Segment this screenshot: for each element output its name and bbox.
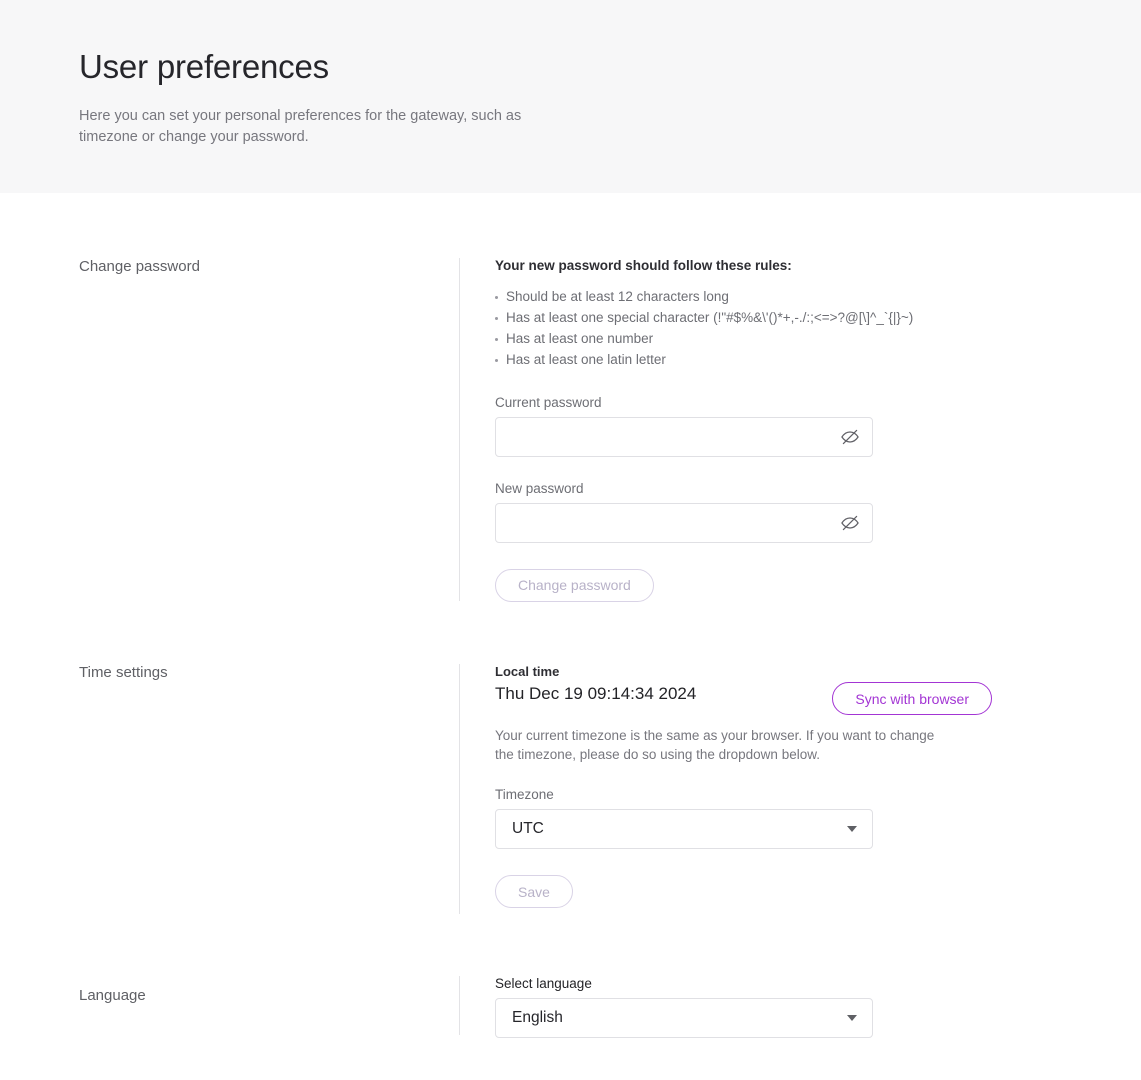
language-select[interactable]: English: [495, 998, 873, 1038]
section-label-column: Language: [0, 976, 459, 1038]
language-section: Language Select language English: [0, 976, 1141, 1038]
section-title-language: Language: [79, 987, 146, 1004]
timezone-label: Timezone: [495, 787, 554, 802]
sync-with-browser-button[interactable]: Sync with browser: [832, 682, 992, 715]
timezone-select-wrap[interactable]: UTC: [495, 809, 873, 849]
user-preferences-page: User preferences Here you can set your p…: [0, 0, 1141, 1080]
list-item: Has at least one latin letter: [495, 350, 1141, 371]
select-language-label: Select language: [495, 976, 592, 991]
current-password-input-wrap: [495, 416, 873, 457]
new-password-input[interactable]: [495, 502, 873, 543]
language-select-wrap[interactable]: English: [495, 998, 873, 1038]
section-body-language: Select language English: [459, 976, 1141, 1038]
section-title-time-settings: Time settings: [79, 664, 168, 681]
timezone-note: Your current timezone is the same as you…: [495, 728, 935, 762]
page-subtitle: Here you can set your personal preferenc…: [79, 108, 522, 145]
eye-slash-icon[interactable]: [837, 510, 863, 536]
page-title: User preferences: [79, 48, 329, 85]
time-settings-section: Time settings Local time Thu Dec 19 09:1…: [0, 664, 1141, 914]
eye-slash-icon[interactable]: [837, 424, 863, 450]
new-password-label: New password: [495, 480, 584, 496]
list-item: Should be at least 12 characters long: [495, 287, 1141, 308]
current-password-label: Current password: [495, 394, 602, 410]
section-title-change-password: Change password: [79, 258, 200, 275]
new-password-input-wrap: [495, 502, 873, 543]
change-password-button[interactable]: Change password: [495, 568, 654, 602]
local-time-row: Local time Thu Dec 19 09:14:34 2024 Sync…: [495, 664, 992, 715]
timezone-select[interactable]: UTC: [495, 809, 873, 849]
current-password-field: Current password: [495, 395, 1141, 457]
section-label-column: Change password: [0, 258, 459, 602]
change-password-section: Change password Your new password should…: [0, 258, 1141, 602]
password-rules-list: Should be at least 12 characters long Ha…: [495, 287, 1141, 371]
timezone-field: Timezone UTC: [495, 787, 1141, 849]
save-button[interactable]: Save: [495, 875, 573, 908]
list-item: Has at least one number: [495, 329, 1141, 350]
list-item: Has at least one special character (!"#$…: [495, 308, 1141, 329]
section-divider: [459, 258, 460, 601]
sync-button-wrap: Sync with browser: [832, 682, 992, 715]
page-header: User preferences Here you can set your p…: [0, 0, 1141, 193]
local-time-label: Local time: [495, 664, 560, 679]
section-divider: [459, 976, 460, 1035]
current-password-input[interactable]: [495, 416, 873, 457]
section-body-time-settings: Local time Thu Dec 19 09:14:34 2024 Sync…: [459, 664, 1141, 914]
password-rules-heading: Your new password should follow these ru…: [495, 258, 792, 273]
new-password-field: New password: [495, 481, 1141, 543]
section-label-column: Time settings: [0, 664, 459, 908]
section-body-change-password: Your new password should follow these ru…: [459, 258, 1141, 602]
select-language-field: Select language English: [495, 976, 1141, 1038]
section-divider: [459, 664, 460, 914]
